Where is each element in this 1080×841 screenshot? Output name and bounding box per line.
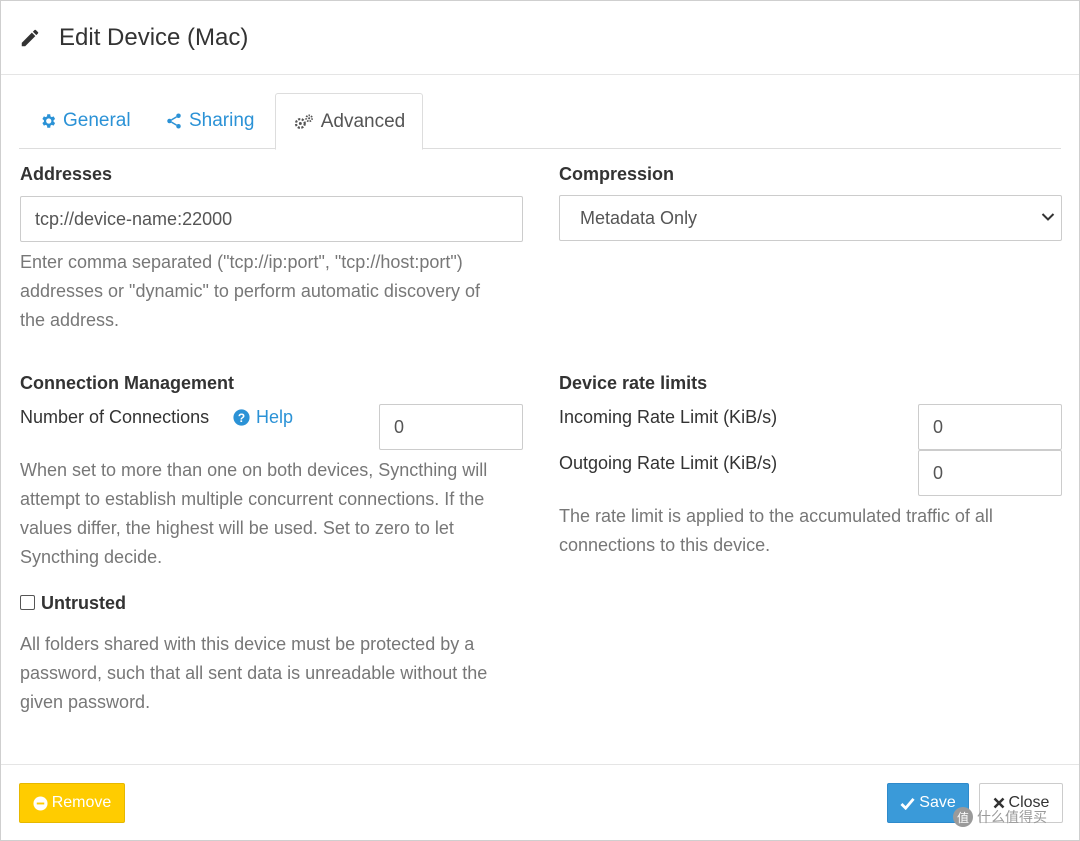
untrusted-help-line: given password. — [20, 692, 151, 712]
modal-footer: Remove Save Close — [1, 764, 1079, 840]
rate-limits-help-line: connections to this device. — [559, 535, 771, 555]
tab-bar: General Sharing Advanced — [19, 93, 1061, 150]
number-of-connections-label: Number of Connections — [20, 407, 210, 427]
question-circle-icon: ? — [233, 409, 250, 426]
untrusted-checkbox[interactable] — [20, 595, 35, 610]
incoming-rate-limit-label: Incoming Rate Limit (KiB/s) — [559, 407, 778, 427]
untrusted-help-line: All folders shared with this device must… — [20, 634, 475, 654]
check-icon — [900, 797, 915, 810]
connection-help-line: Syncthing decide. — [20, 547, 163, 567]
addresses-input[interactable]: tcp://device-name:22000 — [20, 196, 523, 242]
incoming-rate-limit-input[interactable]: 0 — [918, 404, 1062, 450]
addresses-help-line: the address. — [20, 310, 120, 330]
outgoing-rate-limit-input[interactable]: 0 — [918, 450, 1062, 496]
modal-title: Edit Device (Mac) — [59, 24, 249, 51]
number-of-connections-input[interactable]: 0 — [379, 404, 523, 450]
minus-circle-icon — [33, 795, 48, 811]
untrusted-label: Untrusted — [41, 593, 126, 613]
share-icon — [167, 113, 181, 129]
remove-button-label: Remove — [51, 794, 112, 811]
untrusted-help: All folders shared with this device must… — [20, 630, 487, 717]
outgoing-rate-limit-label: Outgoing Rate Limit (KiB/s) — [559, 453, 778, 473]
compression-selected-value: Metadata Only — [580, 208, 698, 228]
edit-device-modal: Edit Device (Mac) General Sharing Advanc… — [0, 0, 1080, 841]
help-link[interactable]: ? Help — [233, 407, 293, 428]
cogs-icon — [294, 113, 313, 129]
pencil-icon — [21, 29, 39, 47]
modal-header: Edit Device (Mac) — [1, 1, 1079, 75]
tab-general-label: General — [63, 110, 131, 131]
tab-sharing[interactable]: Sharing — [165, 93, 255, 149]
addresses-help-line: addresses or "dynamic" to perform automa… — [20, 281, 480, 301]
watermark: 值 什么值得买 — [953, 807, 1047, 827]
connection-management-label: Connection Management — [20, 373, 235, 393]
connection-help: When set to more than one on both device… — [20, 456, 487, 572]
help-link-label: Help — [256, 407, 294, 427]
addresses-label: Addresses — [20, 164, 113, 184]
chevron-down-icon — [1041, 213, 1055, 221]
tab-general[interactable]: General — [39, 93, 131, 149]
watermark-badge: 值 — [953, 807, 973, 827]
tab-sharing-label: Sharing — [189, 110, 255, 131]
addresses-help: Enter comma separated ("tcp://ip:port", … — [20, 248, 480, 335]
compression-label: Compression — [559, 164, 675, 184]
addresses-help-line: Enter comma separated ("tcp://ip:port", … — [20, 252, 463, 272]
tab-advanced-label: Advanced — [320, 110, 406, 132]
svg-text:?: ? — [238, 411, 245, 425]
remove-button[interactable]: Remove — [19, 783, 125, 823]
connection-help-line: When set to more than one on both device… — [20, 460, 488, 480]
watermark-text: 什么值得买 — [977, 809, 1047, 825]
compression-select[interactable]: Metadata Only — [559, 195, 1062, 241]
connection-help-line: values differ, the highest will be used.… — [20, 518, 454, 538]
rate-limits-help: The rate limit is applied to the accumul… — [559, 502, 993, 560]
save-button-label: Save — [919, 794, 956, 811]
tab-advanced[interactable]: Advanced — [275, 93, 423, 150]
connection-help-line: attempt to establish multiple concurrent… — [20, 489, 485, 509]
untrusted-help-line: password, such that all sent data is unr… — [20, 663, 488, 683]
device-rate-limits-label: Device rate limits — [559, 373, 708, 393]
rate-limits-help-line: The rate limit is applied to the accumul… — [559, 506, 993, 526]
gear-icon — [42, 114, 56, 128]
